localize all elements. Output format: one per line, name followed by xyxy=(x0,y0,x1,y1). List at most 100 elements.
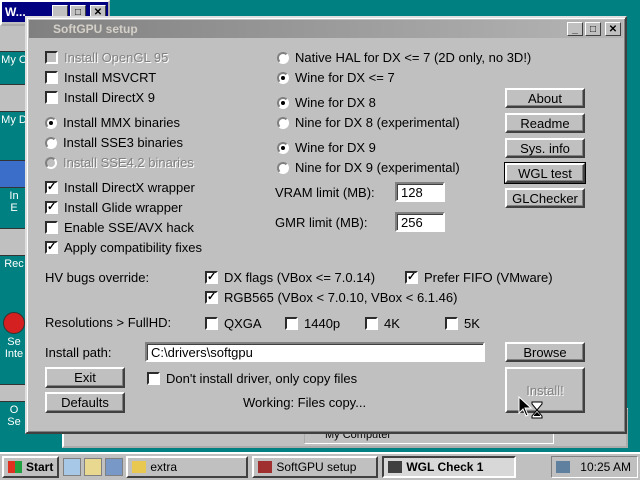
wgl-test-button[interactable]: WGL test xyxy=(504,162,586,184)
option-install-sse3[interactable]: Install SSE3 binaries xyxy=(45,135,183,150)
option-wine-dx9[interactable]: Wine for DX 9 xyxy=(277,140,376,155)
window-titlebar[interactable]: SoftGPU setup _ □ ✕ xyxy=(29,20,623,38)
option-label: Install SSE3 binaries xyxy=(63,135,183,150)
checkbox-res-qxga[interactable] xyxy=(205,317,218,330)
radio-install-sse42 xyxy=(45,156,57,169)
gmr-input[interactable] xyxy=(395,212,445,232)
option-label: Install Glide wrapper xyxy=(64,200,183,215)
show-desktop-icon[interactable] xyxy=(105,458,124,476)
radio-install-sse3[interactable] xyxy=(45,136,57,149)
option-label: 4K xyxy=(384,316,400,331)
option-label: Don't install driver, only copy files xyxy=(166,371,358,386)
checkbox-res-4k[interactable] xyxy=(365,317,378,330)
checkbox-install-directx-wrapper[interactable]: ✓ xyxy=(45,181,58,194)
install-path-input[interactable] xyxy=(145,342,485,362)
option-wine-dx7[interactable]: Wine for DX <= 7 xyxy=(277,70,395,85)
option-install-sse42: Install SSE4.2 binaries xyxy=(45,155,194,170)
checkbox-install-glide-wrapper[interactable]: ✓ xyxy=(45,201,58,214)
option-hv-rgb565[interactable]: ✓ RGB565 (VBox < 7.0.10, VBox < 6.1.46) xyxy=(205,290,457,305)
gmr-label: GMR limit (MB): xyxy=(275,215,368,230)
checkbox-install-msvcrt[interactable] xyxy=(45,71,58,84)
resolutions-label: Resolutions > FullHD: xyxy=(45,315,172,330)
clock[interactable]: 10:25 AM xyxy=(580,460,631,474)
maximize-button[interactable]: □ xyxy=(585,22,601,36)
taskbar-item-wgl-check[interactable]: WGL Check 1 xyxy=(382,456,517,478)
option-label: QXGA xyxy=(224,316,262,331)
taskbar-item-softgpu-setup[interactable]: SoftGPU setup xyxy=(252,456,379,478)
start-button[interactable]: Start xyxy=(2,456,60,478)
sys-info-button[interactable]: Sys. info xyxy=(505,138,585,158)
checkbox-hv-rgb565[interactable]: ✓ xyxy=(205,291,218,304)
option-hv-prefer-fifo[interactable]: ✓ Prefer FIFO (VMware) xyxy=(405,270,553,285)
setup-icon xyxy=(3,312,25,334)
radio-native-hal-dx7[interactable] xyxy=(277,51,289,64)
radio-nine-dx8[interactable] xyxy=(277,116,289,129)
option-label: Install DirectX wrapper xyxy=(64,180,195,195)
checkbox-hv-prefer-fifo[interactable]: ✓ xyxy=(405,271,418,284)
network-icon[interactable] xyxy=(556,461,571,473)
readme-button[interactable]: Readme xyxy=(505,113,585,133)
folder-icon xyxy=(132,461,147,473)
option-res-4k[interactable]: 4K xyxy=(365,316,400,331)
close-button[interactable]: ✕ xyxy=(605,22,621,36)
window-title: SoftGPU setup xyxy=(53,22,138,36)
option-install-directx-wrapper[interactable]: ✓ Install DirectX wrapper xyxy=(45,180,195,195)
option-nine-dx9[interactable]: Nine for DX 9 (experimental) xyxy=(277,160,460,175)
option-res-1440p[interactable]: 1440p xyxy=(285,316,340,331)
option-label: 5K xyxy=(464,316,480,331)
radio-nine-dx9[interactable] xyxy=(277,161,289,174)
internet-explorer-icon[interactable] xyxy=(63,458,82,476)
outlook-express-icon[interactable] xyxy=(84,458,103,476)
checkbox-copy-only[interactable] xyxy=(147,372,160,385)
checkbox-install-directx9[interactable] xyxy=(45,91,58,104)
status-text: Working: Files copy... xyxy=(243,395,367,410)
option-res-5k[interactable]: 5K xyxy=(445,316,480,331)
option-install-directx9[interactable]: Install DirectX 9 xyxy=(45,90,155,105)
option-label: Prefer FIFO (VMware) xyxy=(424,270,553,285)
vram-label: VRAM limit (MB): xyxy=(275,185,375,200)
radio-wine-dx9[interactable] xyxy=(277,141,289,154)
option-install-msvcrt[interactable]: Install MSVCRT xyxy=(45,70,156,85)
taskbar-item-label: extra xyxy=(150,460,178,474)
option-label: Native HAL for DX <= 7 (2D only, no 3D!) xyxy=(295,50,532,65)
option-install-mmx[interactable]: Install MMX binaries xyxy=(45,115,180,130)
checkbox-compat-fixes[interactable]: ✓ xyxy=(45,241,58,254)
option-install-glide-wrapper[interactable]: ✓ Install Glide wrapper xyxy=(45,200,183,215)
option-label: Nine for DX 8 (experimental) xyxy=(295,115,460,130)
radio-install-mmx[interactable] xyxy=(45,116,57,129)
option-label: Wine for DX 9 xyxy=(295,140,376,155)
option-sse-avx-hack[interactable]: Enable SSE/AVX hack xyxy=(45,220,194,235)
vram-input[interactable] xyxy=(395,182,445,202)
option-label: Install OpenGL 95 xyxy=(64,50,169,65)
browse-button[interactable]: Browse xyxy=(505,342,585,362)
option-label: DX flags (VBox <= 7.0.14) xyxy=(224,270,376,285)
taskbar-item-extra[interactable]: extra xyxy=(126,456,249,478)
option-compat-fixes[interactable]: ✓ Apply compatibility fixes xyxy=(45,240,202,255)
about-button[interactable]: About xyxy=(505,88,585,108)
busy-cursor-icon xyxy=(518,396,543,419)
softgpu-setup-window[interactable]: SoftGPU setup _ □ ✕ Install OpenGL 95 In… xyxy=(25,16,627,434)
option-label: Wine for DX <= 7 xyxy=(295,70,395,85)
exit-button[interactable]: Exit xyxy=(45,367,125,388)
option-native-hal-dx7[interactable]: Native HAL for DX <= 7 (2D only, no 3D!) xyxy=(277,50,531,65)
option-hv-dx-flags[interactable]: ✓ DX flags (VBox <= 7.0.14) xyxy=(205,270,375,285)
checkbox-res-1440p[interactable] xyxy=(285,317,298,330)
option-label: Enable SSE/AVX hack xyxy=(64,220,194,235)
minimize-button[interactable]: _ xyxy=(567,22,583,36)
checkbox-sse-avx-hack[interactable] xyxy=(45,221,58,234)
option-label: Wine for DX 8 xyxy=(295,95,376,110)
radio-wine-dx7[interactable] xyxy=(277,71,289,84)
option-res-qxga[interactable]: QXGA xyxy=(205,316,262,331)
option-label: Install DirectX 9 xyxy=(64,90,156,105)
radio-wine-dx8[interactable] xyxy=(277,96,289,109)
glchecker-button[interactable]: GLChecker xyxy=(505,188,585,208)
taskbar-item-label: SoftGPU setup xyxy=(276,460,357,474)
option-wine-dx8[interactable]: Wine for DX 8 xyxy=(277,95,376,110)
option-label: 1440p xyxy=(304,316,341,331)
option-nine-dx8[interactable]: Nine for DX 8 (experimental) xyxy=(277,115,460,130)
checkbox-res-5k[interactable] xyxy=(445,317,458,330)
option-label: Install MMX binaries xyxy=(63,115,181,130)
option-copy-only[interactable]: Don't install driver, only copy files xyxy=(147,371,357,386)
checkbox-hv-dx-flags[interactable]: ✓ xyxy=(205,271,218,284)
defaults-button[interactable]: Defaults xyxy=(45,392,125,413)
